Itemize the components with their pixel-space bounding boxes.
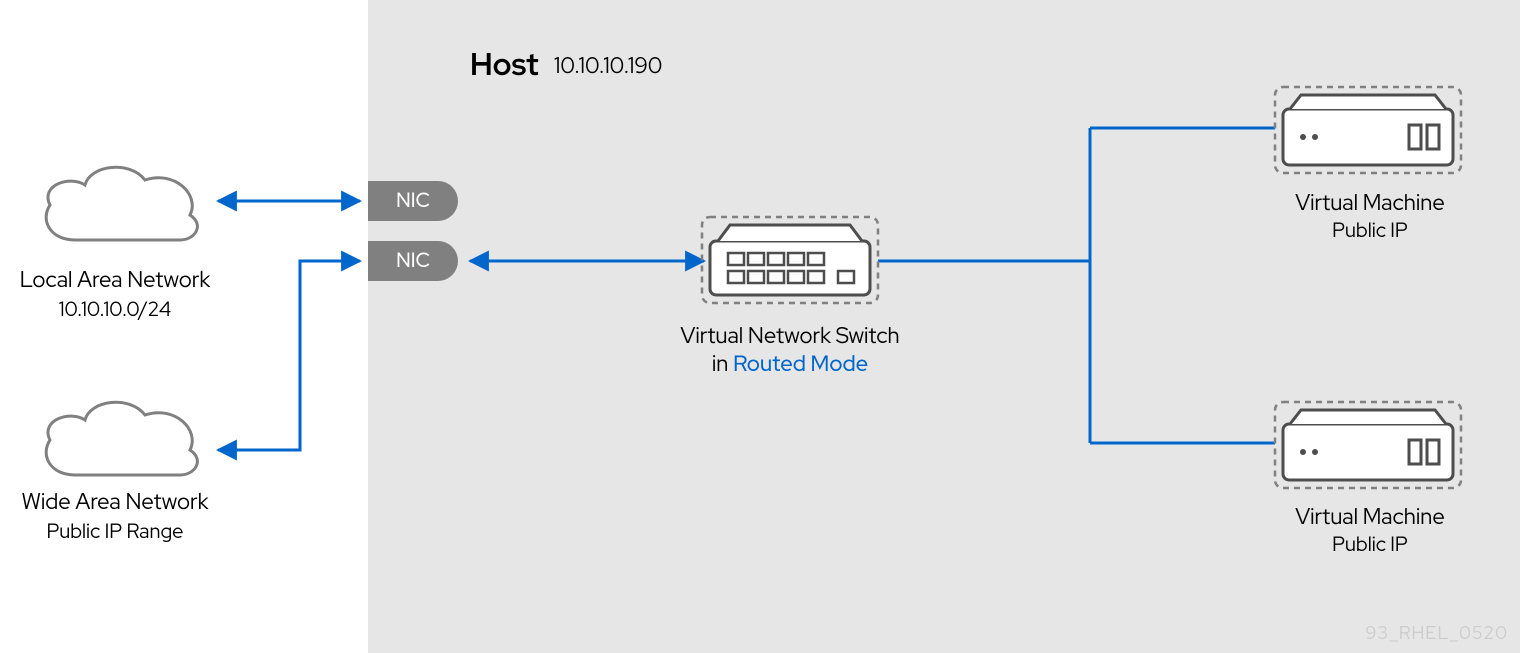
switch-title: Virtual Network Switch — [670, 321, 910, 350]
switch-mode-prefix: in — [712, 349, 733, 378]
lan-subnet: 10.10.10.0/24 — [0, 297, 235, 323]
nic-1: NIC — [368, 181, 458, 221]
watermark: 93_RHEL_0520 — [1365, 622, 1508, 645]
cloud-wan-icon — [46, 402, 197, 475]
vm1-title: Virtual Machine — [1250, 188, 1490, 217]
switch-mode: in Routed Mode — [670, 349, 910, 378]
cloud-lan-icon — [46, 167, 197, 240]
wan-range: Public IP Range — [0, 519, 235, 545]
link-wan-nic2 — [218, 261, 360, 450]
vm2-title: Virtual Machine — [1250, 502, 1490, 531]
lan-title: Local Area Network — [0, 265, 235, 294]
switch-mode-accent: Routed Mode — [733, 349, 868, 378]
vm1-ip: Public IP — [1250, 218, 1490, 244]
wan-title: Wide Area Network — [0, 487, 235, 516]
host-title: Host — [470, 44, 539, 85]
host-ip: 10.10.10.190 — [554, 51, 662, 80]
vm2-ip: Public IP — [1250, 532, 1490, 558]
nic-2: NIC — [368, 241, 458, 281]
